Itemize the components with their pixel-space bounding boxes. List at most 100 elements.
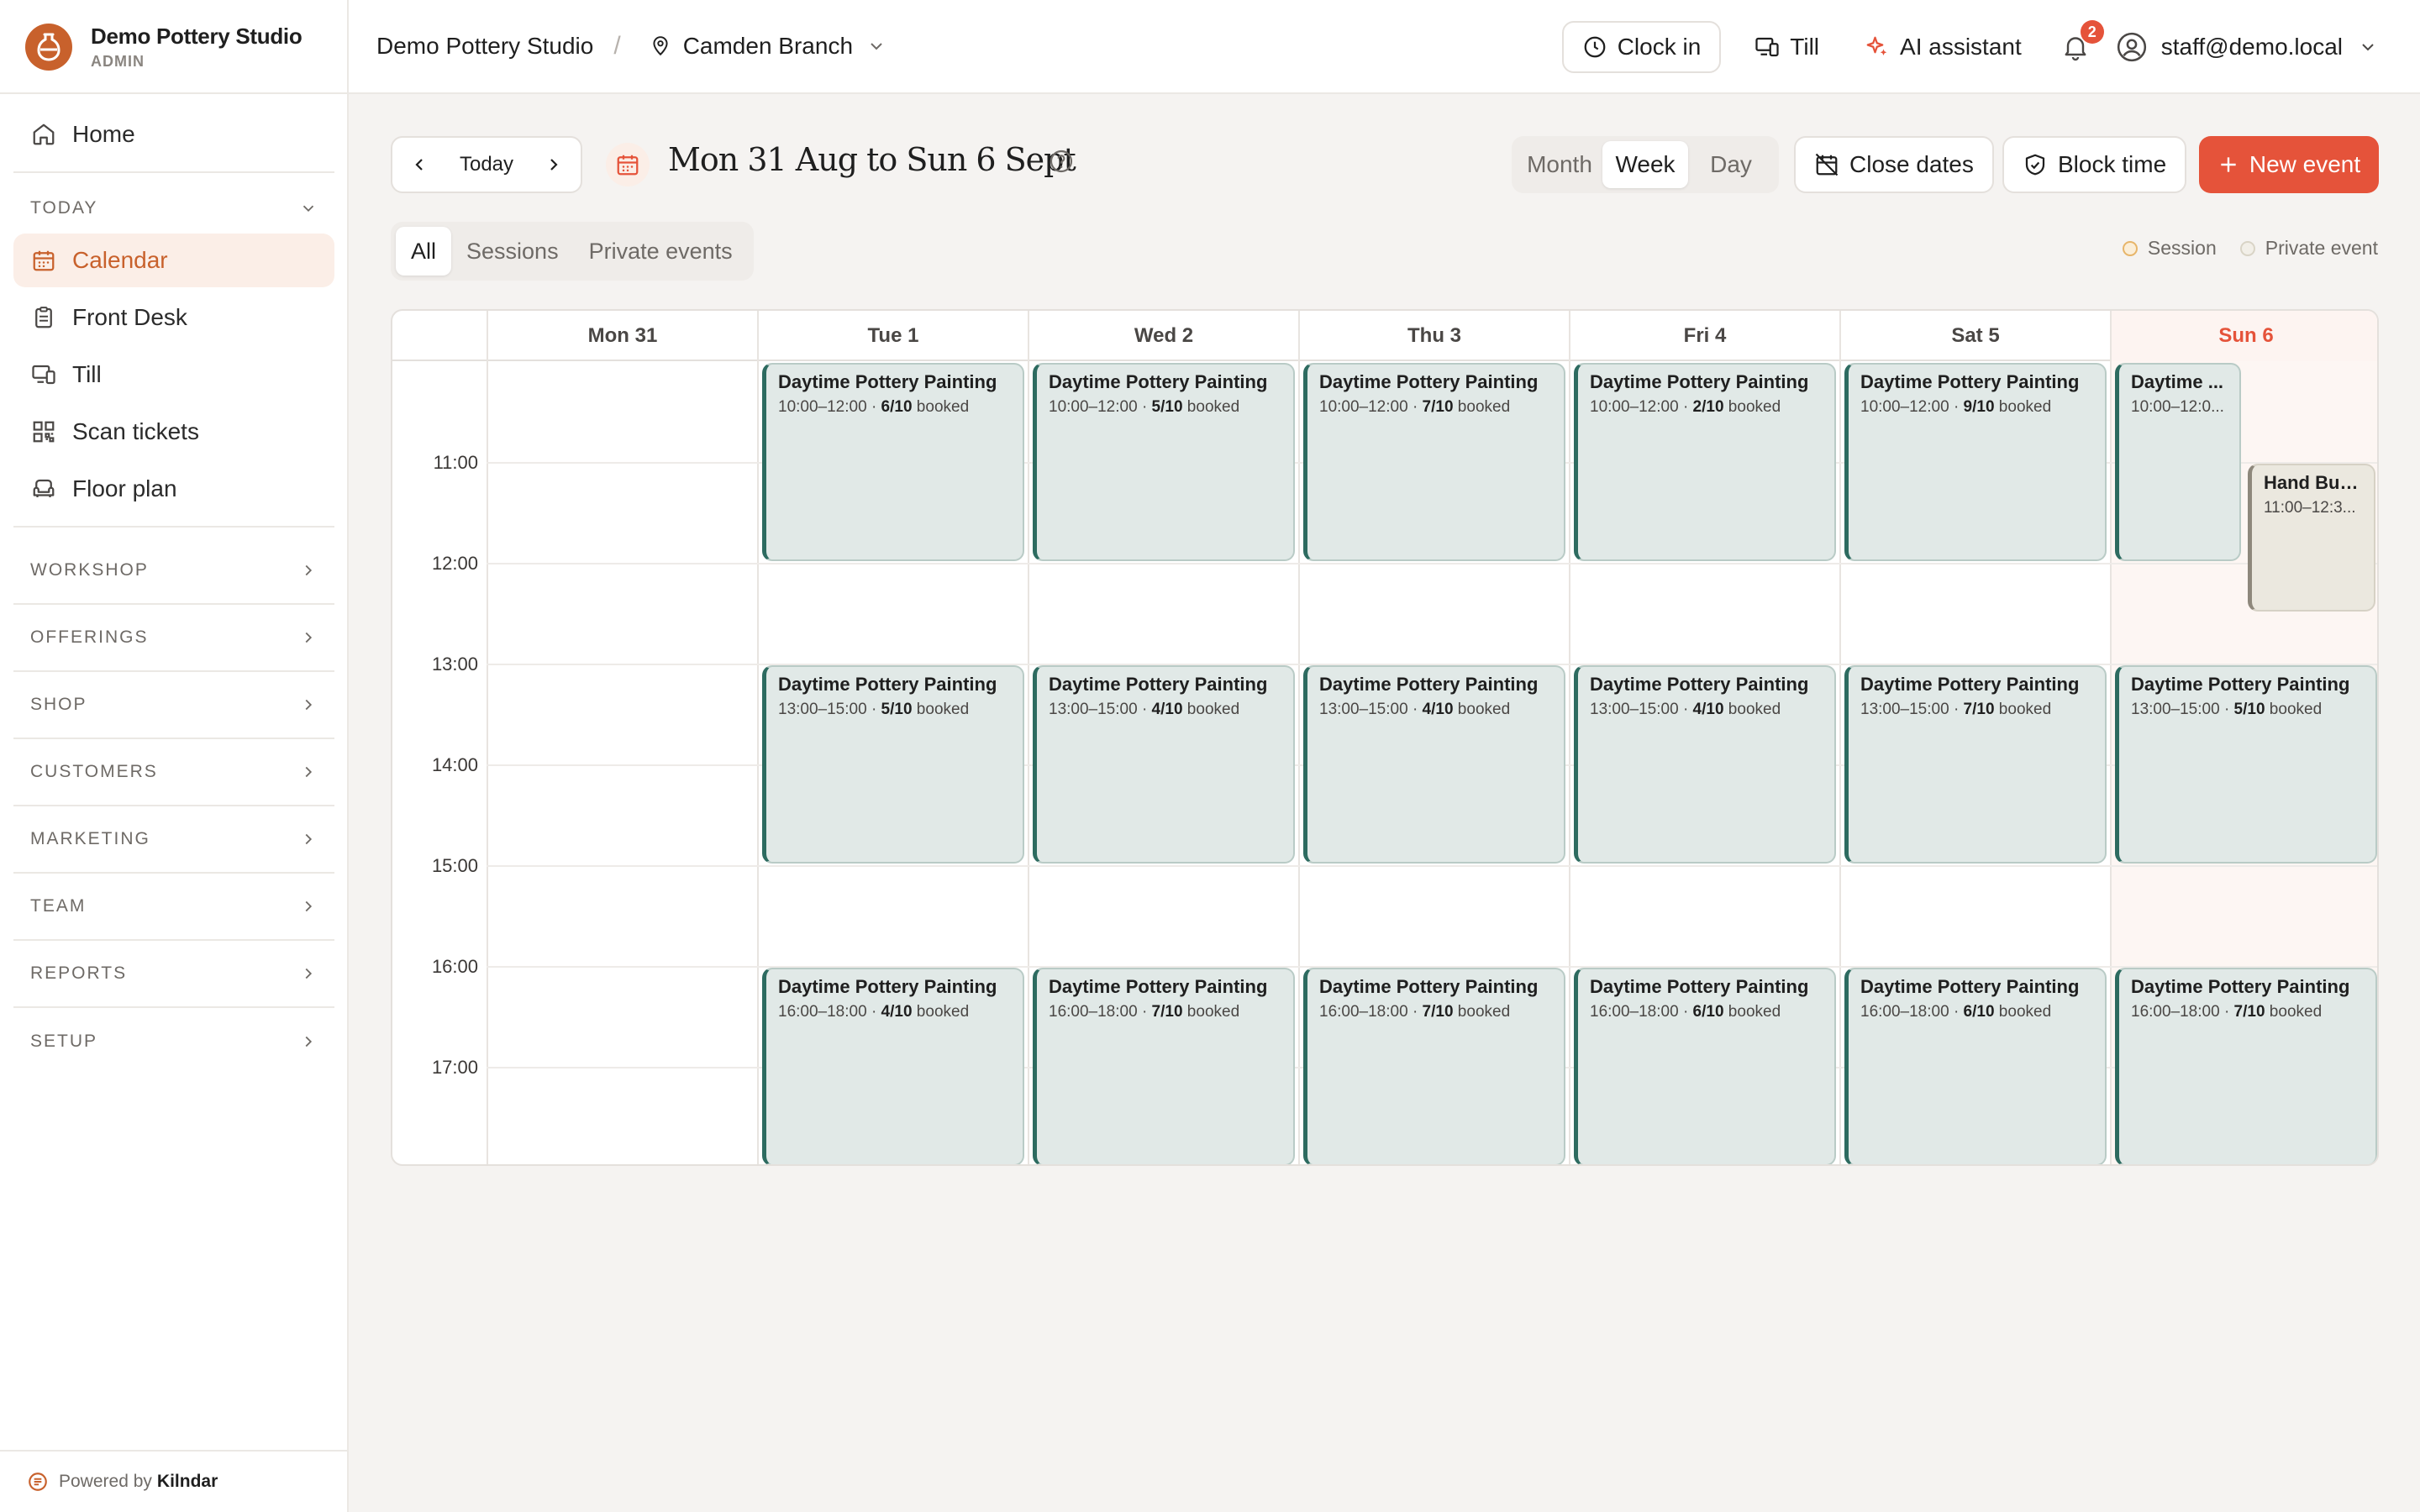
clock-in-button[interactable]: Clock in	[1561, 21, 1722, 73]
session-event-block[interactable]: Daytime Pottery Painting 10:00–12:00 · 5/…	[1033, 363, 1295, 561]
new-event-button[interactable]: New event	[2199, 136, 2379, 193]
sidebar-item-front-desk[interactable]: Front Desk	[13, 291, 334, 344]
sidebar-item-home[interactable]: Home	[13, 108, 334, 161]
session-event-block[interactable]: Daytime Pottery Painting 13:00–15:00 · 5/…	[762, 665, 1024, 864]
session-event-block[interactable]: Daytime Pottery Painting 10:00–12:00 · 9/…	[1844, 363, 2107, 561]
block-time-label: Block time	[2058, 151, 2167, 177]
session-event-block[interactable]: Daytime Pottery Painting 16:00–18:00 · 7/…	[1303, 968, 1565, 1164]
session-event-block[interactable]: Daytime Pottery Painting 16:00–18:00 · 4/…	[762, 968, 1024, 1164]
powered-by[interactable]: Powered by Kilndar	[0, 1450, 349, 1512]
session-legend-dot	[2122, 240, 2138, 256]
section-workshop[interactable]: WORKSHOP	[13, 538, 334, 605]
event-time: 10:00–12:00 ·	[1049, 398, 1148, 416]
session-event-block[interactable]: Daytime Pottery Painting 10:00–12:00 · 6/…	[762, 363, 1024, 561]
private-event-block[interactable]: Hand Buil... 11:00–12:3...	[2248, 464, 2375, 612]
event-booked-word: booked	[1453, 701, 1511, 718]
column-divider	[1569, 311, 1570, 1164]
brand[interactable]: Demo Pottery Studio ADMIN	[25, 22, 302, 72]
section-today[interactable]: TODAY	[13, 183, 334, 234]
view-month-tab[interactable]: Month	[1517, 141, 1602, 188]
vase-logo-icon	[25, 24, 72, 71]
help-icon[interactable]	[1048, 148, 1075, 175]
event-booked-count: 4/10	[876, 1003, 913, 1021]
event-booked-count: 7/10	[1418, 398, 1454, 416]
session-event-block[interactable]: Daytime Pottery Painting 13:00–15:00 · 7/…	[1844, 665, 2107, 864]
session-event-block[interactable]: Daytime ... 10:00–12:0...	[2115, 363, 2241, 561]
view-week-tab[interactable]: Week	[1602, 141, 1688, 188]
section-setup[interactable]: SETUP	[13, 1008, 334, 1075]
session-event-block[interactable]: Daytime Pottery Painting 16:00–18:00 · 6/…	[1574, 968, 1836, 1164]
chevron-right-icon	[299, 561, 318, 580]
user-menu[interactable]: staff@demo.local	[2116, 21, 2378, 73]
sidebar-item-calendar[interactable]: Calendar	[13, 234, 334, 287]
day-header[interactable]: Sun 6	[2110, 311, 2377, 361]
sidebar-item-till[interactable]: Till	[13, 348, 334, 402]
session-event-block[interactable]: Daytime Pottery Painting 13:00–15:00 · 5/…	[2115, 665, 2377, 864]
view-day-tab[interactable]: Day	[1688, 141, 1774, 188]
chevron-right-icon	[299, 763, 318, 781]
event-booked-word: booked	[1723, 701, 1781, 718]
section-shop[interactable]: SHOP	[13, 672, 334, 739]
breadcrumb-studio[interactable]: Demo Pottery Studio	[376, 33, 593, 60]
today-button[interactable]: Today	[460, 153, 513, 176]
event-title: Daytime Pottery Painting	[1860, 674, 2080, 695]
next-week-button[interactable]	[544, 155, 564, 175]
event-title: Daytime Pottery Painting	[1590, 674, 1809, 695]
notifications-button[interactable]: 2	[2060, 20, 2104, 62]
ai-assistant-button[interactable]: AI assistant	[1846, 21, 2040, 73]
day-header[interactable]: Tue 1	[757, 311, 1028, 361]
filter-private-events-tab[interactable]: Private events	[574, 227, 748, 276]
block-time-button[interactable]: Block time	[2002, 136, 2187, 193]
day-header[interactable]: Sat 5	[1839, 311, 2110, 361]
calendar-off-icon	[1814, 152, 1839, 177]
day-header[interactable]: Wed 2	[1028, 311, 1298, 361]
event-title: Daytime Pottery Painting	[1049, 371, 1268, 392]
branch-selector[interactable]: Camden Branch	[650, 33, 886, 60]
day-header[interactable]: Mon 31	[487, 311, 757, 361]
event-time: 13:00–15:00 ·	[1049, 701, 1148, 718]
event-booked-count: 4/10	[1418, 701, 1454, 718]
event-time: 16:00–18:00 ·	[778, 1003, 877, 1021]
sidebar: Demo Pottery Studio ADMIN Home TODAY Cal…	[0, 0, 349, 1512]
section-marketing[interactable]: MARKETING	[13, 806, 334, 874]
event-title: Daytime Pottery Painting	[1319, 371, 1539, 392]
session-event-block[interactable]: Daytime Pottery Painting 10:00–12:00 · 7/…	[1303, 363, 1565, 561]
event-title: Daytime Pottery Painting	[1049, 674, 1268, 695]
chevron-down-icon	[299, 199, 318, 218]
day-header[interactable]: Thu 3	[1298, 311, 1569, 361]
prev-week-button[interactable]	[409, 155, 429, 175]
session-event-block[interactable]: Daytime Pottery Painting 10:00–12:00 · 2/…	[1574, 363, 1836, 561]
till-button[interactable]: Till	[1736, 21, 1838, 73]
date-picker-button[interactable]	[606, 143, 650, 186]
filter-sessions-tab[interactable]: Sessions	[451, 227, 574, 276]
filter-all-tab[interactable]: All	[396, 227, 452, 276]
event-booked-word: booked	[1182, 398, 1240, 416]
event-booked-count: 5/10	[876, 701, 913, 718]
event-booked-word: booked	[1994, 398, 2052, 416]
event-meta: 16:00–18:00 · 7/10 booked	[1319, 1003, 1552, 1021]
column-divider	[1028, 311, 1029, 1164]
event-booked-word: booked	[912, 1003, 970, 1021]
session-event-block[interactable]: Daytime Pottery Painting 16:00–18:00 · 6/…	[1844, 968, 2107, 1164]
section-offerings[interactable]: OFFERINGS	[13, 605, 334, 672]
event-meta: 16:00–18:00 · 6/10 booked	[1860, 1003, 2093, 1021]
section-reports[interactable]: REPORTS	[13, 941, 334, 1008]
session-event-block[interactable]: Daytime Pottery Painting 13:00–15:00 · 4/…	[1574, 665, 1836, 864]
user-circle-icon	[2116, 31, 2148, 63]
session-event-block[interactable]: Daytime Pottery Painting 13:00–15:00 · 4/…	[1303, 665, 1565, 864]
divider	[13, 171, 334, 173]
close-dates-button[interactable]: Close dates	[1794, 136, 1994, 193]
session-event-block[interactable]: Daytime Pottery Painting 16:00–18:00 · 7/…	[2115, 968, 2377, 1164]
event-booked-count: 2/10	[1688, 398, 1724, 416]
divider	[0, 92, 349, 94]
session-event-block[interactable]: Daytime Pottery Painting 13:00–15:00 · 4/…	[1033, 665, 1295, 864]
day-header[interactable]: Fri 4	[1569, 311, 1839, 361]
event-time: 10:00–12:00 ·	[1860, 398, 1960, 416]
sidebar-item-floor-plan[interactable]: Floor plan	[13, 462, 334, 516]
event-booked-word: booked	[1723, 1003, 1781, 1021]
session-event-block[interactable]: Daytime Pottery Painting 16:00–18:00 · 7/…	[1033, 968, 1295, 1164]
sidebar-item-scan-tickets[interactable]: Scan tickets	[13, 405, 334, 459]
event-time: 16:00–18:00 ·	[1860, 1003, 1960, 1021]
section-team[interactable]: TEAM	[13, 874, 334, 941]
section-customers[interactable]: CUSTOMERS	[13, 739, 334, 806]
